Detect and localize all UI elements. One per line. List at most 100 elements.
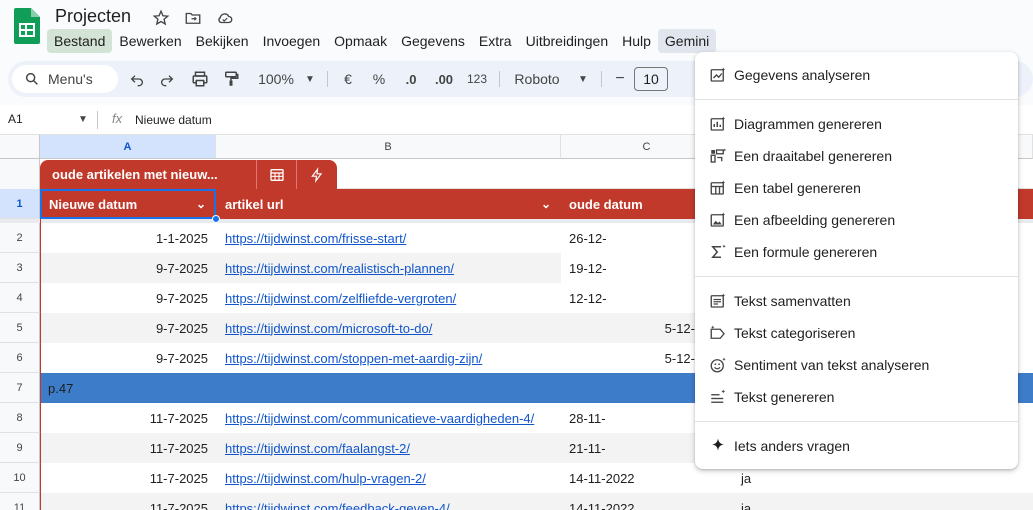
column-header-b[interactable]: B xyxy=(216,135,561,159)
cell-url[interactable]: https://tijdwinst.com/hulp-vragen-2/ xyxy=(216,463,561,493)
zoom-dropdown-icon[interactable]: ▼ xyxy=(302,61,318,97)
cell-old-date[interactable]: 19-12- xyxy=(561,253,695,283)
row-number[interactable]: 4 xyxy=(0,283,40,313)
row-number[interactable]: 6 xyxy=(0,343,40,373)
header-cell-artikel-url[interactable]: artikel url ⌄ xyxy=(216,189,561,219)
cell-old-date[interactable]: 26-12- xyxy=(561,223,695,253)
menu-item-categorize[interactable]: Tekst categoriseren xyxy=(695,317,1018,349)
move-folder-icon[interactable] xyxy=(182,8,204,28)
menu-bestand[interactable]: Bestand xyxy=(47,29,113,53)
cell-url[interactable]: https://tijdwinst.com/stoppen-met-aardig… xyxy=(216,343,561,373)
row-number[interactable]: 11 xyxy=(0,493,40,510)
menu-item-summarize[interactable]: Tekst samenvatten xyxy=(695,285,1018,317)
article-link[interactable]: https://tijdwinst.com/communicatieve-vaa… xyxy=(225,411,534,426)
cell-date[interactable]: 9-7-2025 xyxy=(40,253,216,283)
cell-date[interactable]: 9-7-2025 xyxy=(40,283,216,313)
row-number[interactable]: 7 xyxy=(0,373,40,403)
article-link[interactable]: https://tijdwinst.com/faalangst-2/ xyxy=(225,441,410,456)
sheets-logo-icon[interactable] xyxy=(14,8,40,44)
menu-gegevens[interactable]: Gegevens xyxy=(394,29,472,53)
formula-input[interactable]: Nieuwe datum xyxy=(135,113,212,127)
select-all-corner[interactable] xyxy=(0,135,40,159)
name-box-dropdown-icon[interactable]: ▼ xyxy=(78,114,88,125)
cell-old-date[interactable]: 5-12- xyxy=(561,313,695,343)
zoom-select[interactable]: 100% xyxy=(254,61,298,97)
menu-invoegen[interactable]: Invoegen xyxy=(256,29,328,53)
menu-hulp[interactable]: Hulp xyxy=(615,29,658,53)
menu-item-generate-text[interactable]: Tekst genereren xyxy=(695,381,1018,413)
header-cell-oude-datum[interactable]: oude datum xyxy=(561,189,695,219)
row-number[interactable]: 9 xyxy=(0,433,40,463)
menu-gemini[interactable]: Gemini xyxy=(657,29,717,53)
menu-item-formula[interactable]: Een formule genereren xyxy=(695,236,1018,268)
cell-flag[interactable]: ja xyxy=(695,493,1033,510)
cell-old-date[interactable]: 21-11- xyxy=(561,433,695,463)
cell-url[interactable]: https://tijdwinst.com/zelfliefde-vergrot… xyxy=(216,283,561,313)
fill-handle[interactable] xyxy=(212,215,220,223)
menu-item-image[interactable]: Een afbeelding genereren xyxy=(695,204,1018,236)
article-link[interactable]: https://tijdwinst.com/zelfliefde-vergrot… xyxy=(225,291,456,306)
cell-date[interactable]: 11-7-2025 xyxy=(40,433,216,463)
currency-format-button[interactable]: € xyxy=(339,61,357,97)
cloud-status-icon[interactable] xyxy=(214,8,236,28)
row-number[interactable]: 5 xyxy=(0,313,40,343)
row-number[interactable]: 1 xyxy=(0,189,40,219)
chevron-down-icon[interactable]: ⌄ xyxy=(196,197,206,211)
table-view-icon[interactable] xyxy=(256,160,296,189)
cell-url[interactable]: https://tijdwinst.com/microsoft-to-do/ xyxy=(216,313,561,343)
chevron-down-icon[interactable]: ⌄ xyxy=(541,197,551,211)
name-box[interactable]: A1 xyxy=(8,112,23,126)
menu-item-table[interactable]: Een tabel genereren xyxy=(695,172,1018,204)
cell-date[interactable]: 11-7-2025 xyxy=(40,493,216,510)
menu-bekijken[interactable]: Bekijken xyxy=(189,29,256,53)
cell-url[interactable]: https://tijdwinst.com/feedback-geven-4/ xyxy=(216,493,561,510)
percent-format-button[interactable]: % xyxy=(370,61,388,97)
cell-date[interactable]: 1-1-2025 xyxy=(40,223,216,253)
font-dropdown-icon[interactable]: ▼ xyxy=(575,61,591,97)
article-link[interactable]: https://tijdwinst.com/microsoft-to-do/ xyxy=(225,321,432,336)
row-number[interactable]: 8 xyxy=(0,403,40,433)
cell-url[interactable]: https://tijdwinst.com/faalangst-2/ xyxy=(216,433,561,463)
increase-decimals-button[interactable]: .00 xyxy=(431,61,457,97)
search-menus-button[interactable]: Menu's xyxy=(12,65,118,93)
article-link[interactable]: https://tijdwinst.com/stoppen-met-aardig… xyxy=(225,351,482,366)
column-header-a[interactable]: A xyxy=(40,135,216,159)
font-select[interactable]: Roboto xyxy=(511,61,563,97)
article-link[interactable]: https://tijdwinst.com/realistisch-planne… xyxy=(225,261,454,276)
table-name-tab[interactable]: oude artikelen met nieuw... xyxy=(40,160,337,189)
menu-bewerken[interactable]: Bewerken xyxy=(112,29,188,53)
cell-date[interactable]: 9-7-2025 xyxy=(40,313,216,343)
article-link[interactable]: https://tijdwinst.com/feedback-geven-4/ xyxy=(225,501,450,510)
row-number[interactable]: 3 xyxy=(0,253,40,283)
cell-date[interactable]: 11-7-2025 xyxy=(40,463,216,493)
article-link[interactable]: https://tijdwinst.com/hulp-vragen-2/ xyxy=(225,471,426,486)
document-title[interactable]: Projecten xyxy=(55,6,131,27)
cell-old-date[interactable]: 14-11-2022 xyxy=(561,493,695,510)
cell-old-date[interactable]: 12-12- xyxy=(561,283,695,313)
decrease-decimals-button[interactable]: .0 xyxy=(400,61,422,97)
cell-url[interactable]: https://tijdwinst.com/communicatieve-vaa… xyxy=(216,403,561,433)
redo-icon[interactable] xyxy=(156,61,178,97)
cell-date[interactable]: 11-7-2025 xyxy=(40,403,216,433)
cell-url[interactable]: https://tijdwinst.com/frisse-start/ xyxy=(216,223,561,253)
menu-item-ask[interactable]: Iets anders vragen xyxy=(695,430,1018,462)
paint-format-icon[interactable] xyxy=(220,61,242,97)
undo-icon[interactable] xyxy=(126,61,148,97)
menu-item-charts[interactable]: Diagrammen genereren xyxy=(695,108,1018,140)
menu-item-pivot[interactable]: Een draaitabel genereren xyxy=(695,140,1018,172)
menu-item-sentiment[interactable]: Sentiment van tekst analyseren xyxy=(695,349,1018,381)
decrease-font-size-button[interactable]: − xyxy=(611,61,629,97)
menu-opmaak[interactable]: Opmaak xyxy=(327,29,394,53)
menu-item-analyze[interactable]: Gegevens analyseren xyxy=(695,59,1018,91)
row-number[interactable]: 10 xyxy=(0,463,40,493)
star-icon[interactable] xyxy=(150,8,172,28)
cell-group-label[interactable]: p.47 xyxy=(40,373,340,403)
cell-date[interactable]: 9-7-2025 xyxy=(40,343,216,373)
print-icon[interactable] xyxy=(189,61,211,97)
cell-old-date[interactable]: 5-12- xyxy=(561,343,695,373)
article-link[interactable]: https://tijdwinst.com/frisse-start/ xyxy=(225,231,406,246)
row-number[interactable]: 2 xyxy=(0,223,40,253)
header-cell-nieuwe-datum[interactable]: Nieuwe datum ⌄ xyxy=(40,189,216,219)
cell-old-date[interactable]: 14-11-2022 xyxy=(561,463,695,493)
menu-extra[interactable]: Extra xyxy=(472,29,519,53)
